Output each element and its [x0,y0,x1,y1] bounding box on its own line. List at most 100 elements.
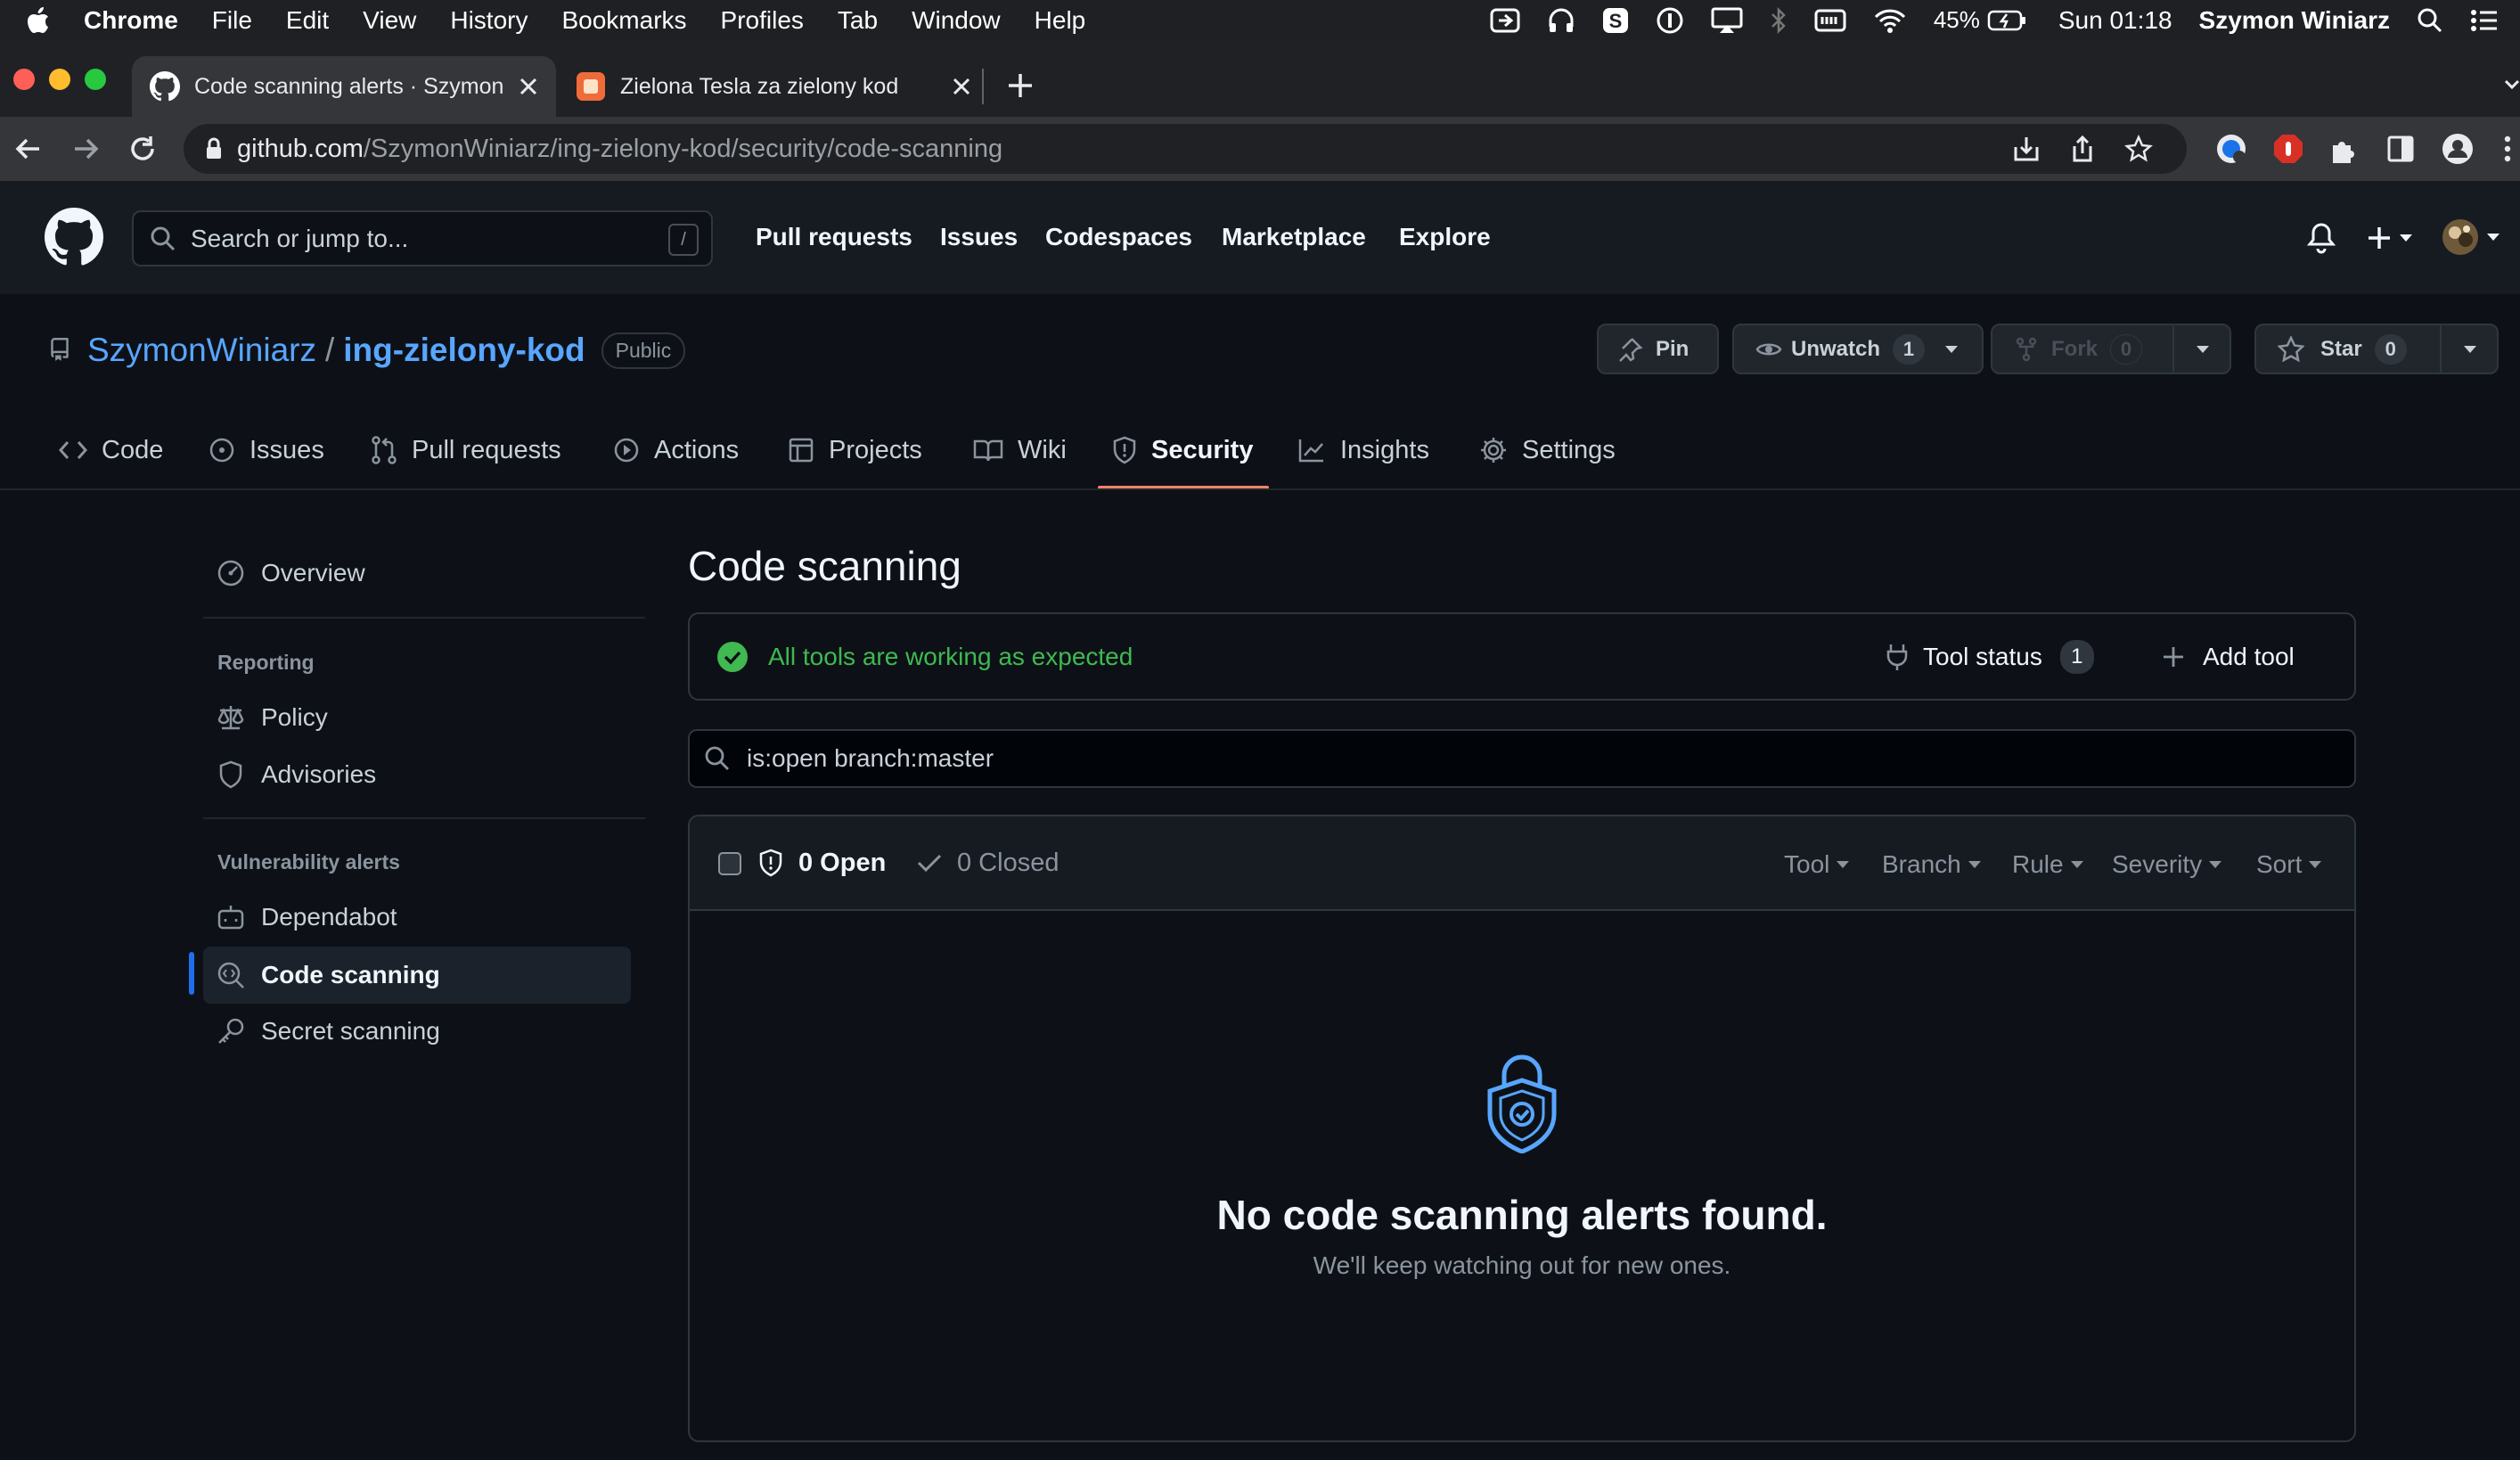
repo-owner-link[interactable]: SzymonWiniarz [87,332,316,369]
sidebar-item-label: Dependabot [261,903,397,931]
screen-share-icon[interactable] [1490,7,1520,34]
window-zoom-button[interactable] [85,69,106,90]
menubar-app-name[interactable]: Chrome [84,6,178,35]
battery-indicator[interactable]: 45% [1934,6,2026,34]
tab-insights[interactable]: Insights [1297,423,1429,477]
forward-arrow-icon[interactable] [71,135,100,163]
tab-code[interactable]: Code [59,423,163,477]
menubar-window[interactable]: Window [912,6,1001,35]
side-panel-icon[interactable] [2386,135,2415,163]
window-minimize-button[interactable] [49,69,70,90]
book-icon [973,439,1003,462]
nav-marketplace[interactable]: Marketplace [1222,223,1366,251]
skype-icon[interactable]: S [1602,7,1629,34]
control-center-icon[interactable] [2470,8,2499,33]
closed-alerts-filter[interactable]: 0 Closed [957,849,1059,878]
browser-tab[interactable]: Zielona Tesla za zielony kod [560,56,978,117]
menubar-history[interactable]: History [450,6,528,35]
plug-icon [1886,644,1908,670]
tab-projects[interactable]: Projects [788,423,922,477]
tab-actions[interactable]: Actions [613,423,739,477]
tab-security[interactable]: Security [1112,423,1253,477]
tab-pull-requests[interactable]: Pull requests [371,423,561,477]
menubar-bookmarks[interactable]: Bookmarks [561,6,686,35]
nav-pull-requests[interactable]: Pull requests [756,223,912,251]
install-app-icon[interactable] [2012,135,2041,163]
spotlight-search-icon[interactable] [2417,7,2443,34]
pin-button[interactable]: Pin [1597,324,1719,374]
tab-wiki[interactable]: Wiki [973,423,1067,477]
reload-icon[interactable] [128,135,157,163]
star-button[interactable]: Star 0 [2254,324,2499,374]
shield-icon [219,760,242,789]
github-header: Search or jump to... / Pull requests Iss… [0,181,2520,294]
create-new-dropdown[interactable] [2367,226,2413,250]
tab-label: Issues [250,435,324,464]
select-all-checkbox[interactable] [718,852,741,875]
profile-icon[interactable] [2442,133,2474,165]
play-icon [614,438,639,463]
battery-icon [1987,10,2025,30]
sidebar-item-code-scanning[interactable]: Code scanning [203,947,631,1004]
close-tab-icon[interactable] [519,77,538,96]
bluetooth-icon[interactable] [1770,6,1788,35]
tool-filter-dropdown[interactable]: Tool [1784,850,1850,879]
caret-down-icon[interactable] [2196,345,2210,354]
nav-explore[interactable]: Explore [1399,223,1491,251]
menubar-clock[interactable]: Sun 01:18 [2058,6,2172,35]
user-menu-dropdown[interactable] [2442,218,2500,256]
headphones-icon[interactable] [1547,7,1575,34]
check-icon [917,854,942,873]
menubar-edit[interactable]: Edit [286,6,329,35]
back-arrow-icon[interactable] [14,135,43,163]
close-tab-icon[interactable] [952,77,971,96]
sidebar-item-advisories[interactable]: Advisories [217,760,376,789]
branch-filter-dropdown[interactable]: Branch [1882,850,1981,879]
bookmark-star-icon[interactable] [2124,135,2153,163]
nav-codespaces[interactable]: Codespaces [1045,223,1192,251]
browser-tab-active[interactable]: Code scanning alerts · Szymon [132,56,556,117]
wifi-icon[interactable] [1873,7,1907,34]
extension-translate-icon[interactable] [2215,133,2247,165]
share-icon[interactable] [2069,135,2096,163]
open-alerts-filter[interactable]: 0 Open [798,849,886,878]
extensions-puzzle-icon[interactable] [2329,135,2358,163]
sidebar-item-policy[interactable]: Policy [217,703,328,732]
unwatch-button[interactable]: Unwatch 1 [1732,324,1984,374]
caret-down-icon[interactable] [2463,345,2477,354]
new-tab-icon[interactable] [1007,72,1034,99]
menubar-user[interactable]: Szymon Winiarz [2199,6,2390,35]
address-bar[interactable]: github.com/SzymonWiniarz/ing-zielony-kod… [184,124,2187,174]
tool-status-button[interactable]: Tool status 1 [1886,636,2094,678]
repo-name-link[interactable]: ing-zielony-kod [343,332,585,369]
github-logo-icon[interactable] [45,208,103,267]
sidebar-item-secret-scanning[interactable]: Secret scanning [217,1017,440,1046]
pin-icon [1619,337,1643,362]
tab-search-chevron-icon[interactable] [2504,76,2520,94]
menubar-view[interactable]: View [363,6,416,35]
extension-adblock-icon[interactable] [2272,133,2304,165]
onepassword-icon[interactable] [1656,6,1684,35]
tab-issues[interactable]: Issues [209,423,324,477]
sort-dropdown[interactable]: Sort [2256,850,2322,879]
sidebar-item-overview[interactable]: Overview [217,559,365,587]
menubar-tab[interactable]: Tab [838,6,878,35]
apple-icon[interactable] [27,6,50,34]
nav-issues[interactable]: Issues [940,223,1018,251]
chrome-menu-icon[interactable] [2502,135,2513,163]
keyboard-icon[interactable] [1814,8,1846,33]
rule-filter-dropdown[interactable]: Rule [2012,850,2083,879]
menubar-profiles[interactable]: Profiles [721,6,804,35]
alerts-filter-input[interactable]: is:open branch:master [688,729,2356,788]
sidebar-item-dependabot[interactable]: Dependabot [217,903,397,931]
lock-icon[interactable] [205,137,223,160]
notifications-bell-icon[interactable] [2306,222,2336,254]
menubar-file[interactable]: File [212,6,252,35]
airplay-icon[interactable] [1711,7,1743,34]
global-search-input[interactable]: Search or jump to... / [132,210,713,267]
menubar-help[interactable]: Help [1035,6,1086,35]
severity-filter-dropdown[interactable]: Severity [2112,850,2222,879]
window-close-button[interactable] [13,69,35,90]
add-tool-button[interactable]: Add tool [2162,636,2295,678]
tab-settings[interactable]: Settings [1479,423,1616,477]
